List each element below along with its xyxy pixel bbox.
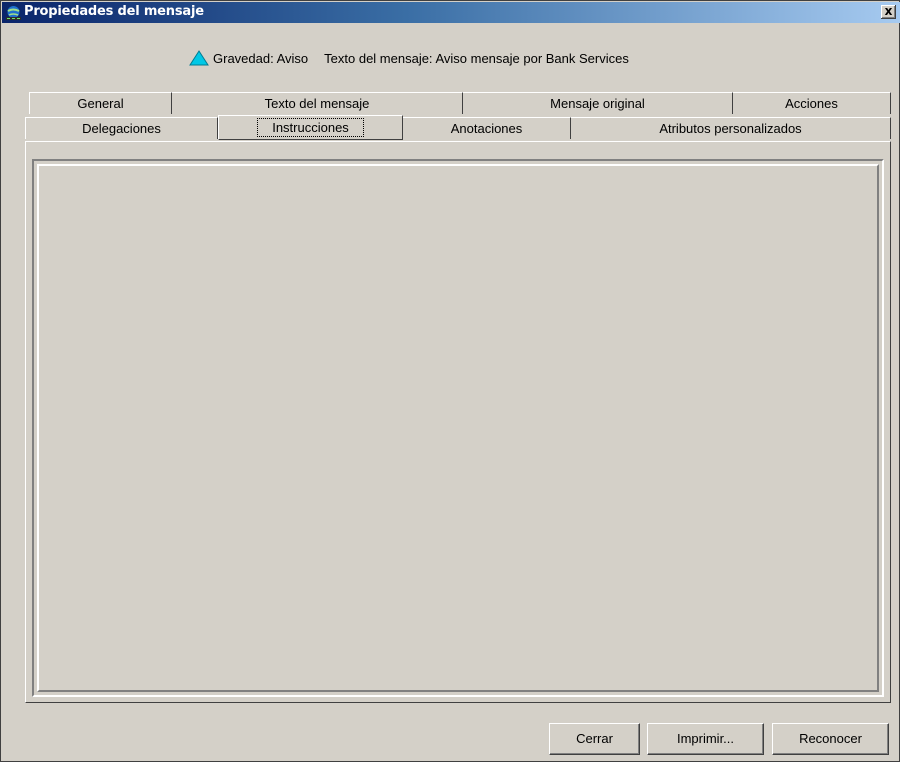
message-summary: Gravedad: Aviso Texto del mensaje: Aviso… <box>189 50 629 66</box>
warning-triangle-icon <box>189 50 209 66</box>
tab-message-text[interactable]: Texto del mensaje <box>172 92 463 114</box>
tab-original-message[interactable]: Mensaje original <box>463 92 733 114</box>
tab-actions[interactable]: Acciones <box>733 92 891 114</box>
title-bar[interactable]: Propiedades del mensaje x <box>2 2 900 23</box>
tab-panel <box>25 155 891 703</box>
tab-custom-attributes[interactable]: Atributos personalizados <box>571 117 891 139</box>
print-button[interactable]: Imprimir... <box>647 723 764 755</box>
tab-instructions-label: Instrucciones <box>257 118 364 137</box>
instructions-text-area[interactable] <box>32 159 884 697</box>
close-window-button[interactable]: x <box>881 5 896 19</box>
window-title: Propiedades del mensaje <box>24 4 204 19</box>
acknowledge-button[interactable]: Reconocer <box>772 723 889 755</box>
properties-dialog: Propiedades del mensaje x Gravedad: Avis… <box>0 0 900 762</box>
tab-panel-top <box>25 141 891 155</box>
tab-instructions[interactable]: Instrucciones <box>218 115 403 140</box>
tab-delegations[interactable]: Delegaciones <box>25 117 218 139</box>
close-button[interactable]: Cerrar <box>549 723 640 755</box>
message-text-label: Texto del mensaje: Aviso mensaje por Ban… <box>324 50 629 66</box>
tab-row-back: General Texto del mensaje Mensaje origin… <box>29 92 891 114</box>
app-globe-icon <box>6 5 21 20</box>
severity-label: Gravedad: Aviso <box>213 50 309 66</box>
tab-row-front: Delegaciones Instrucciones Anotaciones A… <box>25 115 891 140</box>
tab-general[interactable]: General <box>29 92 172 114</box>
tab-annotations[interactable]: Anotaciones <box>403 117 571 139</box>
